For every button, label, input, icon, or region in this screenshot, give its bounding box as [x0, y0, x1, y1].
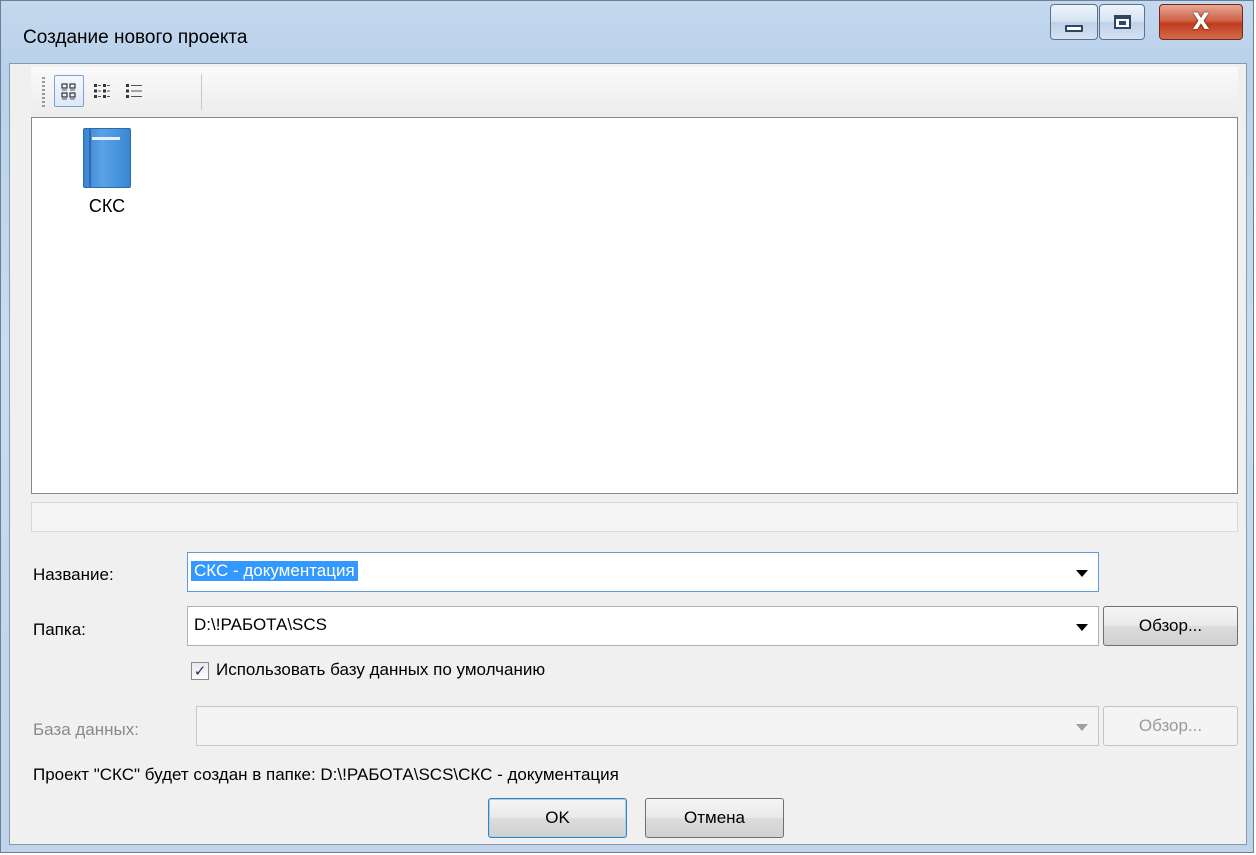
blue-document-icon: [83, 128, 131, 188]
large-icons-view-icon: [61, 83, 76, 100]
ok-button[interactable]: OK: [488, 798, 627, 838]
list-view-icon: [126, 84, 142, 98]
close-icon: X: [1192, 9, 1210, 35]
view-toolbar: [31, 67, 1238, 117]
folder-browse-button[interactable]: Обзор...: [1103, 606, 1238, 646]
database-label: База данных:: [33, 720, 139, 739]
small-icons-view-button[interactable]: [87, 75, 117, 107]
toolbar-separator: [201, 74, 202, 110]
close-button[interactable]: X: [1159, 4, 1243, 40]
small-icons-view-icon: [94, 84, 110, 98]
name-combobox[interactable]: СКС - документация: [187, 552, 1099, 592]
maximize-button[interactable]: [1099, 4, 1145, 40]
new-project-dialog: Создание нового проекта X СКС Название: …: [0, 0, 1254, 853]
template-item-sks[interactable]: СКС: [72, 128, 142, 217]
dialog-body: СКС Название: СКС - документация Папка: …: [9, 63, 1247, 845]
use-default-db-checkbox[interactable]: ✓: [191, 662, 209, 680]
template-list[interactable]: СКС: [31, 117, 1238, 494]
info-text: Проект "СКС" будет создан в папке: D:\!Р…: [33, 765, 619, 784]
list-view-button[interactable]: [119, 75, 149, 107]
description-bar: [31, 502, 1238, 532]
database-combobox[interactable]: [196, 706, 1099, 746]
cancel-button[interactable]: Отмена: [645, 798, 784, 838]
name-label: Название:: [33, 565, 114, 584]
maximize-icon: [1113, 15, 1131, 29]
title-bar[interactable]: Создание нового проекта X: [1, 1, 1253, 63]
toolbar-grip[interactable]: [42, 77, 45, 107]
name-value: СКС - документация: [191, 561, 358, 581]
minimize-button[interactable]: [1050, 4, 1098, 40]
window-title: Создание нового проекта: [23, 27, 248, 48]
chevron-down-icon[interactable]: [1076, 624, 1088, 631]
chevron-down-icon[interactable]: [1076, 570, 1088, 577]
folder-value: D:\!РАБОТА\SCS: [194, 615, 328, 634]
large-icons-view-button[interactable]: [54, 75, 84, 107]
template-item-label: СКС: [85, 196, 129, 217]
folder-label: Папка:: [33, 620, 86, 639]
checkmark-icon: ✓: [193, 661, 207, 680]
folder-combobox[interactable]: D:\!РАБОТА\SCS: [187, 606, 1099, 646]
chevron-down-icon: [1076, 724, 1088, 731]
database-browse-button[interactable]: Обзор...: [1103, 706, 1238, 746]
use-default-db-label[interactable]: Использовать базу данных по умолчанию: [216, 660, 545, 680]
minimize-icon: [1065, 24, 1083, 32]
